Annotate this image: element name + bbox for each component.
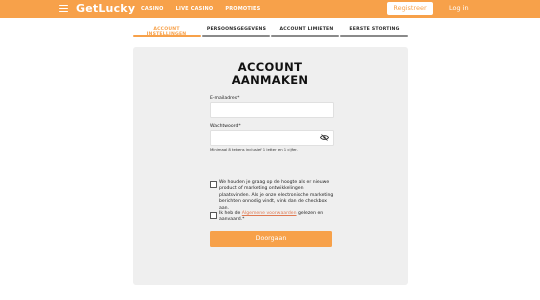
terms-checkbox[interactable] — [210, 212, 217, 219]
login-button[interactable]: Log in — [449, 4, 469, 13]
nav-casino[interactable]: CASINO — [141, 5, 164, 13]
email-label: E-mailadres* — [210, 96, 240, 101]
marketing-text: We houden je graag op de hoogte als er n… — [219, 180, 334, 211]
register-button[interactable]: Registreer — [387, 2, 433, 15]
password-label: Wachtwoord* — [210, 124, 241, 129]
nav-live-casino[interactable]: LIVE CASINO — [176, 5, 214, 13]
logo[interactable]: GetLucky — [76, 1, 135, 17]
hamburger-menu-icon[interactable] — [59, 5, 68, 13]
password-hint: Minimaal 8 tekens inclusief 1 letter en … — [210, 147, 298, 152]
continue-button[interactable]: Doorgaan — [210, 231, 332, 247]
step-bar-2 — [202, 35, 270, 38]
step-account-limits: ACCOUNT LIMIETEN — [279, 27, 334, 32]
terms-text: Ik heb de Algemene voorwaarden gelezen e… — [219, 211, 324, 223]
marketing-checkbox[interactable] — [210, 181, 217, 188]
password-field[interactable] — [210, 130, 334, 146]
step-bar-4 — [340, 35, 408, 38]
main-nav: CASINO LIVE CASINO PROMOTIES — [141, 5, 260, 13]
email-field[interactable] — [210, 102, 334, 118]
nav-promoties[interactable]: PROMOTIES — [225, 5, 260, 13]
step-first-deposit: EERSTE STORTING — [349, 27, 400, 32]
hide-password-icon[interactable] — [320, 134, 329, 141]
step-bar-1 — [133, 35, 201, 38]
step-personal-details: PERSOONSGEGEVENS — [206, 27, 267, 32]
terms-link[interactable]: Algemene voorwaarden — [242, 211, 297, 216]
step-bar-3 — [271, 35, 339, 38]
page-title: ACCOUNT AANMAKEN — [231, 60, 309, 87]
